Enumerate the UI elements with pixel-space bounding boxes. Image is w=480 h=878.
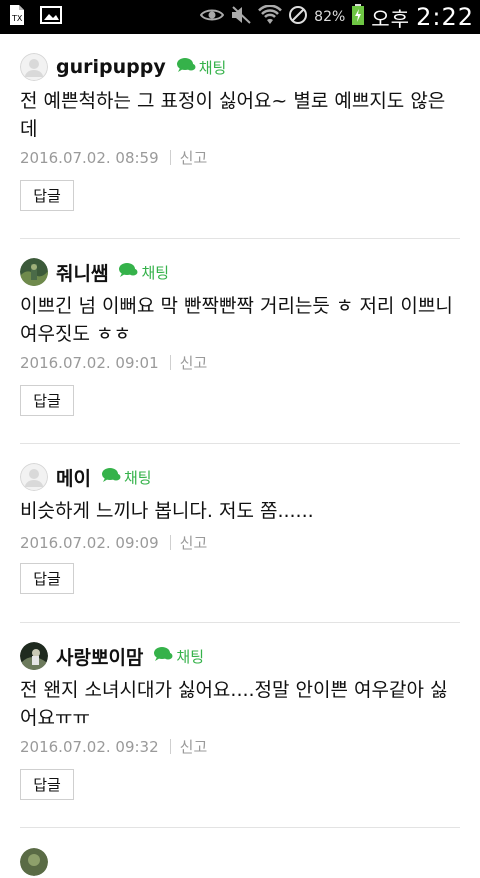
- chat-bubble-icon: [153, 646, 173, 666]
- comment-text: 이쁘긴 넘 이뻐요 막 빤짝빤짝 거리는듯 ㅎ 저리 이쁘니 여우짓도 ㅎㅎ: [20, 295, 453, 345]
- username[interactable]: 메이: [56, 464, 91, 491]
- comment-header: [20, 846, 56, 878]
- chat-bubble-icon: [176, 57, 196, 77]
- avatar-default[interactable]: [20, 463, 48, 491]
- comment-item: 메이 채팅 비슷하게 느끼나 봅니다. 저도 쫌...... 2016.07.0…: [20, 444, 460, 623]
- avatar-photo[interactable]: [20, 848, 48, 876]
- doc-notification-icon: TX: [8, 4, 26, 30]
- comment-date: 2016.07.02. 09:32: [20, 737, 159, 756]
- username[interactable]: 사랑뽀이맘: [56, 643, 143, 670]
- comment-meta: 2016.07.02. 09:01 신고: [20, 352, 207, 373]
- avatar-default[interactable]: [20, 53, 48, 81]
- chat-bubble-icon: [101, 467, 121, 487]
- svg-text:TX: TX: [11, 14, 23, 23]
- reply-button[interactable]: 답글: [20, 180, 74, 211]
- comment-date: 2016.07.02. 09:09: [20, 533, 159, 552]
- mute-icon: [230, 5, 252, 29]
- chat-label: 채팅: [123, 468, 152, 487]
- avatar-photo[interactable]: [20, 642, 48, 670]
- comment-meta: 2016.07.02. 09:32 신고: [20, 736, 207, 757]
- username[interactable]: 줘니쌤: [56, 259, 108, 286]
- meta-divider: [169, 355, 171, 370]
- clock-ampm: 오후: [371, 6, 411, 31]
- clock-time: 2:22: [416, 3, 474, 31]
- chat-label: 채팅: [198, 58, 227, 77]
- reply-button[interactable]: 답글: [20, 385, 74, 416]
- eye-icon: [199, 6, 225, 28]
- comment-item-partial: [20, 828, 460, 876]
- comment-date: 2016.07.02. 08:59: [20, 148, 159, 167]
- reply-button[interactable]: 답글: [20, 563, 74, 594]
- comment-header: guripuppy 채팅: [20, 51, 226, 83]
- comment-meta: 2016.07.02. 08:59 신고: [20, 147, 207, 168]
- comment-header: 사랑뽀이맘 채팅: [20, 640, 204, 672]
- meta-divider: [169, 739, 171, 754]
- comment-text: 전 왠지 소녀시대가 싫어요....정말 안이쁜 여우같아 싫어요ㅠㅠ: [20, 679, 448, 729]
- comment-item: 줘니쌤 채팅 이쁘긴 넘 이뻐요 막 빤짝빤짝 거리는듯 ㅎ 저리 이쁘니 여우…: [20, 239, 460, 444]
- report-link[interactable]: 신고: [180, 352, 208, 373]
- chat-link[interactable]: 채팅: [176, 57, 227, 78]
- comment-date: 2016.07.02. 09:01: [20, 353, 159, 372]
- reply-button[interactable]: 답글: [20, 769, 74, 800]
- comment-item: guripuppy 채팅 전 예쁜척하는 그 표정이 싫어요~ 별로 예쁘지도 …: [20, 34, 460, 239]
- chat-label: 채팅: [141, 263, 170, 282]
- status-bar: TX 82% 오후 2:22: [0, 0, 480, 34]
- report-link[interactable]: 신고: [180, 147, 208, 168]
- report-link[interactable]: 신고: [180, 736, 208, 757]
- meta-divider: [169, 150, 171, 165]
- comment-meta: 2016.07.02. 09:09 신고: [20, 532, 207, 553]
- battery-charging-icon: [351, 4, 365, 30]
- comment-item: 사랑뽀이맘 채팅 전 왠지 소녀시대가 싫어요....정말 안이쁜 여우같아 싫…: [20, 623, 460, 828]
- image-notification-icon: [40, 5, 62, 29]
- battery-percent: 82%: [314, 9, 346, 25]
- comment-text: 비슷하게 느끼나 봅니다. 저도 쫌......: [20, 500, 314, 522]
- comment-list: guripuppy 채팅 전 예쁜척하는 그 표정이 싫어요~ 별로 예쁘지도 …: [20, 34, 460, 876]
- chat-label: 채팅: [176, 647, 205, 666]
- chat-bubble-icon: [118, 262, 138, 282]
- comment-header: 메이 채팅: [20, 461, 152, 493]
- wifi-icon: [258, 4, 283, 29]
- no-signal-icon: [288, 5, 308, 29]
- comment-text: 전 예쁜척하는 그 표정이 싫어요~ 별로 예쁘지도 않은데: [20, 90, 446, 140]
- comment-header: 줘니쌤 채팅: [20, 256, 169, 288]
- username[interactable]: guripuppy: [56, 56, 166, 78]
- report-link[interactable]: 신고: [180, 532, 208, 553]
- chat-link[interactable]: 채팅: [101, 467, 152, 488]
- meta-divider: [169, 535, 171, 550]
- avatar-photo[interactable]: [20, 258, 48, 286]
- chat-link[interactable]: 채팅: [118, 262, 169, 283]
- chat-link[interactable]: 채팅: [153, 646, 204, 667]
